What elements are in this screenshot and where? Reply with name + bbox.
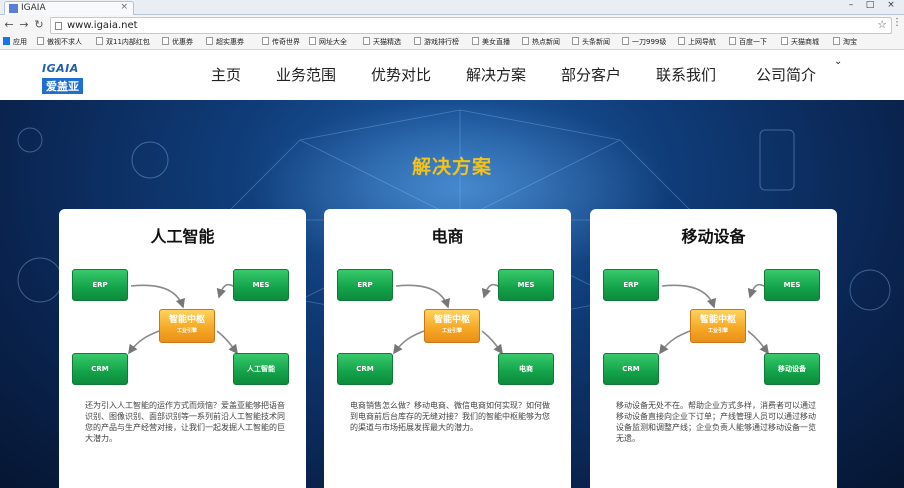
chevron-down-icon[interactable]: ⌄ — [834, 56, 842, 67]
page-icon — [96, 37, 103, 45]
page-icon — [162, 37, 169, 45]
crm-box: CRM — [337, 353, 393, 385]
card-description: 电商销售怎么做？移动电商、微信电商如何实现？如何做到电商前后台库存的无缝对接？我… — [350, 401, 550, 432]
bookmark-item[interactable]: 优惠券 — [162, 37, 193, 47]
logo-subtext: 爱盖亚 — [42, 78, 83, 94]
page-icon — [414, 37, 421, 45]
site-header: IGAIA 爱盖亚 主页 业务范围 优势对比 解决方案 部分客户 联系我们 公司… — [0, 50, 904, 100]
page-icon — [678, 37, 685, 45]
page-icon — [262, 37, 269, 45]
mes-box: MES — [764, 269, 820, 301]
bookmark-item[interactable]: 淘宝 — [833, 37, 857, 47]
bookmark-item[interactable]: 热点新闻 — [522, 37, 560, 47]
minimize-icon[interactable]: – — [842, 0, 860, 10]
page-icon — [572, 37, 579, 45]
page-icon — [309, 37, 316, 45]
bookmark-item[interactable]: 网址大全 — [309, 37, 347, 47]
nav-contact[interactable]: 联系我们 — [656, 64, 716, 85]
forward-icon[interactable]: → — [17, 18, 31, 31]
page-icon — [37, 37, 44, 45]
crm-box: CRM — [72, 353, 128, 385]
nav-advantages[interactable]: 优势对比 — [371, 64, 431, 85]
erp-box: ERP — [337, 269, 393, 301]
nav-solutions[interactable]: 解决方案 — [466, 64, 526, 85]
bookmark-item[interactable]: 双11内部红包 — [96, 37, 150, 47]
maximize-icon[interactable]: □ — [861, 0, 879, 10]
site-logo[interactable]: IGAIA 爱盖亚 — [42, 62, 90, 94]
solution-card-mobile[interactable]: 移动设备 ERP MES 智能中枢 工业引擎 CRM 移动设备 移动设备无处不在。… — [590, 209, 837, 488]
erp-box: ERP — [603, 269, 659, 301]
browser-menu-icon[interactable]: ⋮ — [892, 17, 902, 28]
section-title: 解决方案 — [411, 156, 492, 178]
logo-text: IGAIA — [42, 62, 79, 75]
nav-clients[interactable]: 部分客户 — [561, 64, 621, 85]
browser-tabstrip: IGAIA × – □ × — [0, 0, 904, 15]
solutions-section: 解决方案 人工智能 ERP MES 智能中枢 工业引擎 CRM 人工智能 还为引入… — [0, 100, 904, 488]
address-bar[interactable]: www.igaia.net ☆ — [50, 17, 892, 34]
bookmark-item[interactable]: 游戏排行榜 — [414, 37, 459, 47]
page-icon — [522, 37, 529, 45]
page-icon — [206, 37, 213, 45]
browser-toolbar: ← → ↻ www.igaia.net ☆ — [0, 15, 904, 35]
ai-box: 人工智能 — [233, 353, 289, 385]
page-icon — [781, 37, 788, 45]
bookmark-item[interactable]: 超实惠券 — [206, 37, 244, 47]
bookmark-item[interactable]: 天猫商城 — [781, 37, 819, 47]
nav-business-scope[interactable]: 业务范围 — [276, 64, 336, 85]
mes-box: MES — [498, 269, 554, 301]
page-icon — [55, 22, 62, 30]
hub-box: 智能中枢 工业引擎 — [690, 309, 746, 343]
page-icon — [622, 37, 629, 45]
bookmark-item[interactable]: 上网导航 — [678, 37, 716, 47]
back-icon[interactable]: ← — [2, 18, 16, 31]
nav-about[interactable]: 公司简介 — [756, 64, 816, 85]
bookmark-item[interactable]: 一刀999级 — [622, 37, 666, 47]
ecommerce-box: 电商 — [498, 353, 554, 385]
bookmark-item[interactable]: 傲视不求人 — [37, 37, 82, 47]
close-window-icon[interactable]: × — [882, 0, 900, 10]
bookmark-item[interactable]: 美女直播 — [472, 37, 510, 47]
solution-card-ecommerce[interactable]: 电商 ERP MES 智能中枢 工业引擎 CRM 电商 电商销售怎么做？移动电商、… — [324, 209, 571, 488]
bookmark-item[interactable]: 传奇世界 — [262, 37, 300, 47]
apps-icon — [3, 37, 10, 45]
page-icon — [363, 37, 370, 45]
bookmarks-bar: 应用 傲视不求人 双11内部红包 优惠券 超实惠券 传奇世界 网址大全 天猫精选… — [0, 35, 904, 50]
bookmark-star-icon[interactable]: ☆ — [877, 18, 887, 31]
bookmark-item[interactable]: 天猫精选 — [363, 37, 401, 47]
erp-box: ERP — [72, 269, 128, 301]
page-icon — [729, 37, 736, 45]
nav-home[interactable]: 主页 — [211, 64, 241, 85]
reload-icon[interactable]: ↻ — [32, 18, 46, 31]
mes-box: MES — [233, 269, 289, 301]
hub-box: 智能中枢 工业引擎 — [424, 309, 480, 343]
bookmark-item[interactable]: 头条新闻 — [572, 37, 610, 47]
hub-box: 智能中枢 工业引擎 — [159, 309, 215, 343]
crm-box: CRM — [603, 353, 659, 385]
solution-card-ai[interactable]: 人工智能 ERP MES 智能中枢 工业引擎 CRM 人工智能 还为引入人工智能的… — [59, 209, 306, 488]
browser-tab[interactable]: IGAIA × — [4, 1, 134, 15]
url-text: www.igaia.net — [67, 20, 138, 31]
site-favicon-icon — [9, 4, 18, 13]
card-description: 还为引入人工智能的运作方式而烦恼？爱盖亚能够把语音识别、图像识别、面部识别等一系… — [85, 401, 285, 443]
bookmark-item[interactable]: 应用 — [3, 37, 27, 47]
card-description: 移动设备无处不在。帮助企业方式多样，消费者可以通过移动设备直接向企业下订单；产线… — [616, 401, 816, 443]
page-icon — [472, 37, 479, 45]
bookmark-item[interactable]: 百度一下 — [729, 37, 767, 47]
close-tab-icon[interactable]: × — [120, 2, 128, 12]
mobile-box: 移动设备 — [764, 353, 820, 385]
page-icon — [833, 37, 840, 45]
tab-title: IGAIA — [21, 3, 46, 13]
